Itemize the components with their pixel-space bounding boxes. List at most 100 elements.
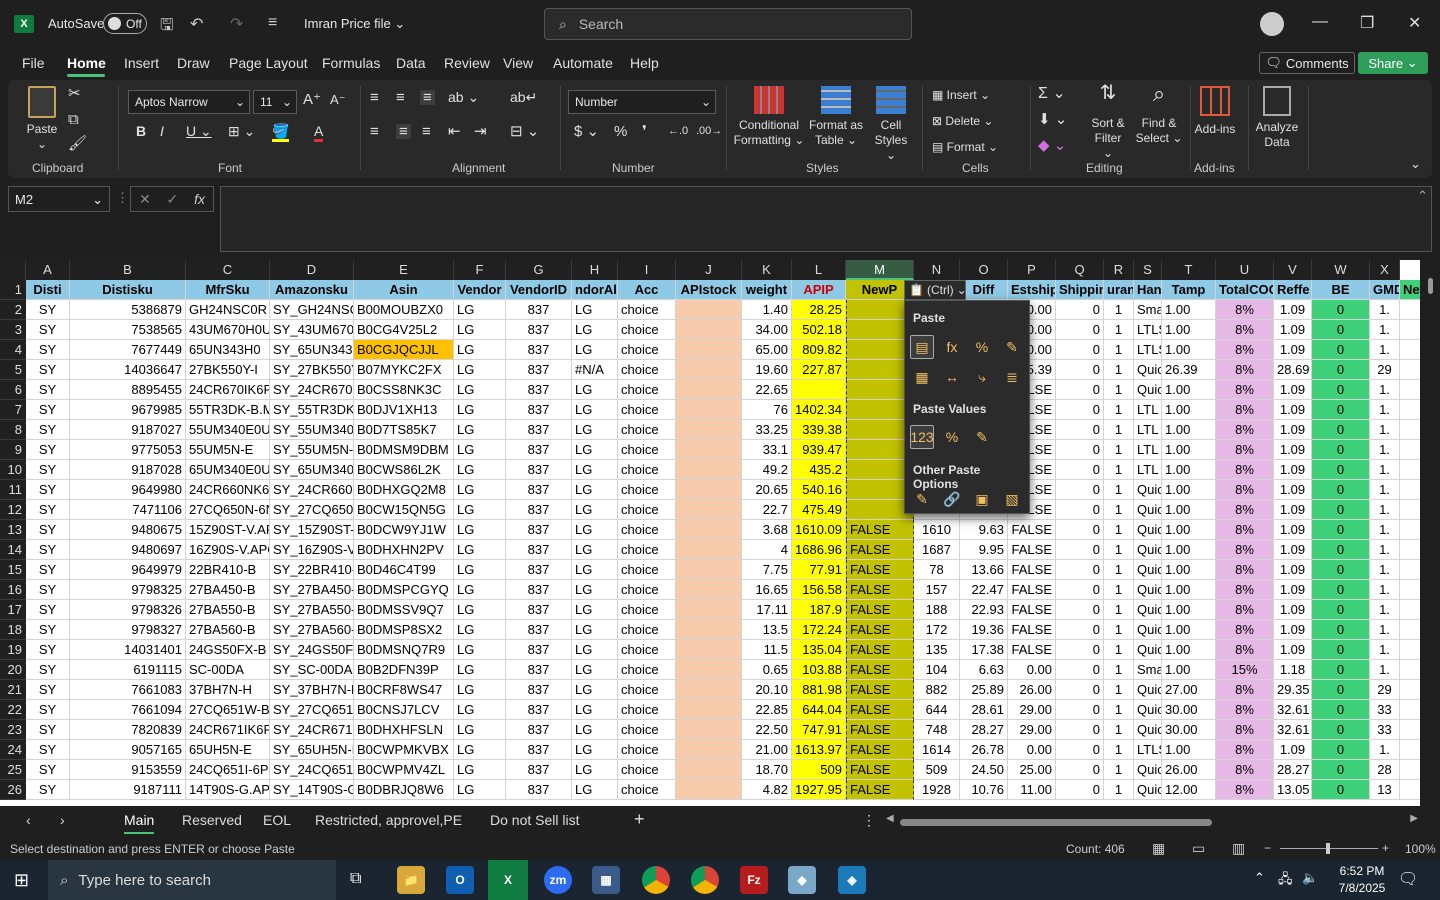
table-cell[interactable]: 9153559 [70, 760, 186, 780]
table-cell[interactable]: SmallPa [1134, 300, 1162, 320]
row-header[interactable]: 18 [0, 620, 26, 640]
table-cell[interactable]: 1 [1104, 700, 1134, 720]
table-cell[interactable]: 1.00 [1162, 560, 1216, 580]
table-cell[interactable] [1400, 480, 1420, 500]
table-cell[interactable]: B0DMSNQ7R9 [354, 640, 454, 660]
row-header[interactable]: 25 [0, 760, 26, 780]
paste-values-icon[interactable]: 123 [910, 425, 934, 449]
row-header[interactable]: 19 [0, 640, 26, 660]
table-cell[interactable]: 1. [1370, 440, 1400, 460]
header-cell[interactable]: Reffe [1274, 280, 1312, 300]
table-cell[interactable] [1400, 360, 1420, 380]
table-cell[interactable]: 1.00 [1162, 480, 1216, 500]
table-cell[interactable]: 1.18 [1274, 660, 1312, 680]
table-cell[interactable] [676, 440, 742, 460]
table-cell[interactable]: 1. [1370, 640, 1400, 660]
header-cell[interactable]: ndorAll [572, 280, 618, 300]
table-cell[interactable]: 0 [1312, 580, 1370, 600]
column-header[interactable]: V [1274, 260, 1312, 280]
table-cell[interactable]: 1.00 [1162, 380, 1216, 400]
table-cell[interactable]: SY [26, 780, 70, 800]
table-cell[interactable]: LTL Ship [1134, 440, 1162, 460]
table-cell[interactable]: SY_24CR671IK [270, 720, 354, 740]
table-cell[interactable]: choice [618, 520, 676, 540]
table-cell[interactable]: FALSE [846, 540, 914, 560]
clear-icon[interactable]: ◆ ⌄ [1038, 138, 1066, 153]
table-cell[interactable]: choice [618, 480, 676, 500]
table-cell[interactable]: 837 [506, 720, 572, 740]
table-cell[interactable]: SmallPa [1134, 660, 1162, 680]
table-cell[interactable]: 32.61 [1274, 720, 1312, 740]
table-cell[interactable]: LG [454, 500, 506, 520]
table-cell[interactable]: 1 [1104, 320, 1134, 340]
table-cell[interactable]: 837 [506, 480, 572, 500]
table-cell[interactable]: 1. [1370, 540, 1400, 560]
table-cell[interactable]: 837 [506, 300, 572, 320]
table-cell[interactable]: 8% [1216, 340, 1274, 360]
italic-icon[interactable]: I [160, 124, 164, 139]
table-cell[interactable]: 7538565 [70, 320, 186, 340]
table-cell[interactable]: B0D7TS85K7 [354, 420, 454, 440]
vertical-scrollbar[interactable] [1420, 260, 1440, 806]
table-cell[interactable]: 78 [914, 560, 960, 580]
table-cell[interactable]: LTL Ship [1134, 400, 1162, 420]
table-cell[interactable]: choice [618, 620, 676, 640]
table-cell[interactable] [1400, 340, 1420, 360]
table-cell[interactable]: 0 [1056, 480, 1104, 500]
filezilla-icon[interactable]: Fz [740, 866, 768, 894]
table-cell[interactable]: SY_27BA550-E [270, 600, 354, 620]
table-cell[interactable]: 1. [1370, 560, 1400, 580]
table-cell[interactable]: 0 [1056, 340, 1104, 360]
table-cell[interactable]: 1. [1370, 320, 1400, 340]
linked-picture-icon[interactable]: ▧ [1000, 487, 1024, 511]
values-number-format-icon[interactable]: % [940, 425, 964, 449]
table-cell[interactable] [1400, 440, 1420, 460]
table-cell[interactable]: 881.98 [792, 680, 846, 700]
table-cell[interactable]: 29.35 [1274, 680, 1312, 700]
table-cell[interactable]: FALSE [846, 560, 914, 580]
table-cell[interactable] [676, 600, 742, 620]
row-header[interactable]: 26 [0, 780, 26, 800]
table-cell[interactable]: 1.40 [742, 300, 792, 320]
avatar[interactable] [1260, 12, 1284, 36]
table-cell[interactable]: 13 [1370, 780, 1400, 800]
zoom-level[interactable]: 100% [1405, 842, 1436, 856]
table-cell[interactable]: B0DMSM9DBM [354, 440, 454, 460]
row-header[interactable]: 14 [0, 540, 26, 560]
table-cell[interactable]: 0 [1056, 700, 1104, 720]
align-left-icon[interactable]: ≡ [370, 124, 379, 139]
table-cell[interactable]: 1.09 [1274, 400, 1312, 420]
table-cell[interactable]: 0 [1312, 340, 1370, 360]
table-cell[interactable]: QuickFre [1134, 760, 1162, 780]
table-cell[interactable]: 7661083 [70, 680, 186, 700]
table-cell[interactable] [676, 420, 742, 440]
table-cell[interactable]: FALSE [846, 780, 914, 800]
table-cell[interactable]: B0DMSSV9Q7 [354, 600, 454, 620]
header-cell[interactable]: TotalCOG [1216, 280, 1274, 300]
header-cell[interactable]: BE [1312, 280, 1370, 300]
table-cell[interactable]: 747.91 [792, 720, 846, 740]
table-cell[interactable]: 1 [1104, 680, 1134, 700]
table-cell[interactable]: 1.00 [1162, 540, 1216, 560]
table-cell[interactable]: 0 [1312, 560, 1370, 580]
table-cell[interactable]: 837 [506, 440, 572, 460]
table-cell[interactable] [1400, 320, 1420, 340]
table-cell[interactable]: 104 [914, 660, 960, 680]
table-cell[interactable]: B0CSS8NK3C [354, 380, 454, 400]
table-cell[interactable]: 837 [506, 740, 572, 760]
table-cell[interactable] [676, 780, 742, 800]
table-cell[interactable]: B0CW15QN5G [354, 500, 454, 520]
table-cell[interactable] [1400, 420, 1420, 440]
table-cell[interactable]: LG [572, 760, 618, 780]
table-cell[interactable]: 1.00 [1162, 740, 1216, 760]
table-cell[interactable]: 24CR671IK6P [186, 720, 270, 740]
name-box[interactable]: M2 ⌄ [8, 186, 110, 212]
table-cell[interactable]: 8% [1216, 680, 1274, 700]
column-header[interactable]: Q [1056, 260, 1104, 280]
format-painter-icon[interactable]: 🖌 [68, 136, 87, 151]
row-header[interactable]: 12 [0, 500, 26, 520]
table-cell[interactable]: 27BK550Y-I [186, 360, 270, 380]
paste-options-button[interactable]: 📋 (Ctrl) ⌄ [904, 280, 967, 300]
table-cell[interactable]: FALSE [1008, 520, 1056, 540]
table-cell[interactable]: 227.87 [792, 360, 846, 380]
